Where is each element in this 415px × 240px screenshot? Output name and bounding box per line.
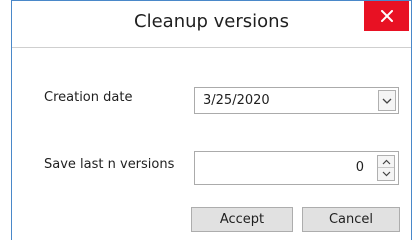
chevron-down-icon <box>382 171 390 177</box>
save-last-label: Save last n versions <box>44 157 175 172</box>
title-divider <box>12 47 411 48</box>
stepper-control <box>377 155 395 181</box>
decrement-button[interactable] <box>378 167 394 180</box>
title-bar: Cleanup versions <box>12 1 411 43</box>
date-dropdown-button[interactable] <box>378 90 396 111</box>
creation-date-value: 3/25/2020 <box>203 93 270 108</box>
chevron-down-icon <box>382 98 392 104</box>
accept-button[interactable]: Accept <box>191 207 293 232</box>
close-icon <box>380 10 393 22</box>
save-last-value: 0 <box>355 160 364 175</box>
close-button[interactable] <box>364 1 409 31</box>
creation-date-picker[interactable]: 3/25/2020 <box>194 87 399 114</box>
save-last-stepper[interactable]: 0 <box>194 151 399 185</box>
chevron-up-icon <box>382 159 390 165</box>
creation-date-label: Creation date <box>44 90 133 105</box>
dialog-title: Cleanup versions <box>134 11 289 32</box>
cancel-button[interactable]: Cancel <box>302 207 400 232</box>
cleanup-dialog: Cleanup versions Creation date 3/25/2020… <box>11 0 412 240</box>
